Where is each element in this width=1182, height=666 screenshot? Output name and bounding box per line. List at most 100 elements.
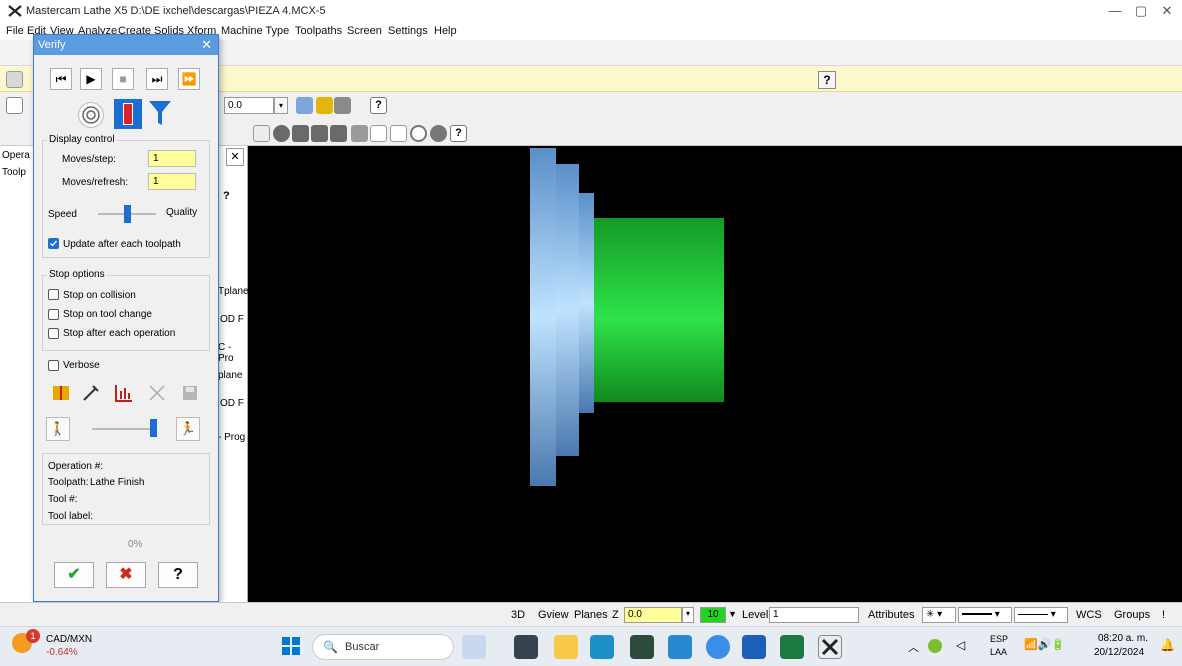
widgets-icon[interactable]	[462, 635, 486, 659]
help-icon[interactable]: ?	[370, 97, 387, 114]
quality-label: Quality	[166, 207, 198, 218]
tray-app-icon[interactable]	[928, 639, 942, 653]
language-top[interactable]: ESP	[990, 634, 1008, 644]
verbose-checkbox[interactable]	[48, 360, 59, 371]
task-view-icon[interactable]	[514, 635, 538, 659]
solid-icon-3[interactable]	[330, 125, 347, 142]
save-icon[interactable]	[180, 383, 200, 403]
attributes-button[interactable]: Attributes	[868, 609, 914, 621]
circle-icon[interactable]	[410, 125, 427, 142]
step-forward-button[interactable]: ⏭	[146, 68, 168, 90]
ok-button[interactable]: ✔	[54, 562, 94, 588]
view-icon-2[interactable]	[370, 125, 387, 142]
rewind-button[interactable]: ⏮	[50, 68, 72, 90]
solid-icon-1[interactable]	[292, 125, 309, 142]
warning-icon[interactable]	[316, 97, 333, 114]
language-bottom[interactable]: LAA	[990, 647, 1007, 657]
clock-time[interactable]: 08:20 a. m.	[1098, 633, 1148, 644]
tab-toolpaths[interactable]: Toolp	[2, 167, 26, 178]
shade-icon[interactable]	[273, 125, 290, 142]
z-depth-field[interactable]: 0.0	[224, 97, 274, 114]
menu-screen[interactable]: Screen	[347, 25, 382, 37]
app-icon-store[interactable]	[668, 635, 692, 659]
filter-icon[interactable]	[146, 99, 174, 129]
menu-settings[interactable]: Settings	[388, 25, 428, 37]
wcs-button[interactable]: WCS	[1076, 609, 1102, 621]
menu-help[interactable]: Help	[434, 25, 457, 37]
stop-button[interactable]: ■	[112, 68, 134, 90]
x-icon[interactable]	[6, 97, 23, 114]
taskbar-search[interactable]: 🔍 Buscar	[312, 634, 454, 660]
view-icon-1[interactable]	[351, 125, 368, 142]
stop-after-operation-checkbox[interactable]	[48, 328, 59, 339]
select-icon[interactable]	[253, 125, 270, 142]
tray-chevron-icon[interactable]: ︿	[908, 639, 919, 655]
excel-icon[interactable]	[780, 635, 804, 659]
mastercam-taskbar-icon[interactable]	[818, 635, 842, 659]
gview-button[interactable]: Gview	[538, 609, 569, 621]
notifications-icon[interactable]: 🔔	[1160, 638, 1175, 652]
sim-speed-slider[interactable]	[150, 419, 157, 437]
menu-machine-type[interactable]: Machine Type	[221, 25, 289, 37]
app-icon-green[interactable]	[630, 635, 654, 659]
verify-close-button[interactable]: ✕	[201, 37, 212, 53]
cut-icon[interactable]	[147, 383, 167, 403]
groups-button[interactable]: Groups	[1114, 609, 1150, 621]
display-control-heading: Display control	[47, 134, 117, 145]
status-z-field[interactable]: 0.0	[624, 607, 682, 623]
panel-close-button[interactable]: ✕	[226, 148, 244, 166]
ticker-name[interactable]: CAD/MXN	[46, 634, 92, 645]
status-z-dropdown[interactable]: ▾	[682, 607, 694, 623]
arrow-icon[interactable]	[296, 97, 313, 114]
fast-forward-button[interactable]: ⏩	[178, 68, 200, 90]
stop-collision-checkbox[interactable]	[48, 289, 59, 300]
chart-icon[interactable]	[114, 383, 134, 403]
point-style-dropdown[interactable]: ✳ ▾	[922, 607, 956, 623]
close-button[interactable]: ✕	[1152, 2, 1182, 20]
word-icon[interactable]	[742, 635, 766, 659]
update-after-toolpath-checkbox[interactable]	[48, 238, 59, 249]
book-icon[interactable]	[51, 383, 71, 403]
menu-file[interactable]: File	[6, 25, 24, 37]
speed-quality-slider[interactable]	[124, 205, 131, 223]
color-dropdown-icon[interactable]: ▼	[728, 609, 737, 619]
moves-step-field[interactable]: 1	[148, 150, 196, 167]
help-icon-2[interactable]: ?	[450, 125, 467, 142]
play-button[interactable]: ▶	[80, 68, 102, 90]
solid-mode-icon[interactable]	[114, 99, 142, 129]
view-icon-3[interactable]	[390, 125, 407, 142]
view-mode-3d[interactable]: 3D	[511, 609, 525, 621]
z-depth-dropdown[interactable]: ▾	[274, 97, 288, 114]
machine-icon[interactable]	[334, 97, 351, 114]
help-button[interactable]: ?	[818, 71, 836, 89]
color-field[interactable]: 10	[700, 607, 726, 623]
windows-start-icon[interactable]	[282, 637, 300, 655]
line-width-dropdown[interactable]: ▾	[1014, 607, 1068, 623]
solid-icon-2[interactable]	[311, 125, 328, 142]
network-sound-battery-icon[interactable]: 📶🔊🔋	[1024, 638, 1065, 651]
run-icon[interactable]: 🏃	[176, 417, 200, 441]
location-icon[interactable]: ◁	[956, 638, 965, 652]
level-field[interactable]: 1	[769, 607, 859, 623]
menu-toolpaths[interactable]: Toolpaths	[295, 25, 342, 37]
sphere-icon[interactable]	[430, 125, 447, 142]
cancel-button[interactable]: ✖	[106, 562, 146, 588]
planes-button[interactable]: Planes	[574, 609, 608, 621]
graphics-viewport[interactable]	[248, 146, 1182, 602]
help-button[interactable]: ?	[158, 562, 198, 588]
cube-icon[interactable]	[6, 71, 23, 88]
clock-date[interactable]: 20/12/2024	[1094, 647, 1144, 658]
status-bang[interactable]: !	[1162, 609, 1165, 621]
file-explorer-icon[interactable]	[554, 635, 578, 659]
tab-operations[interactable]: Opera	[2, 150, 30, 161]
moves-refresh-field[interactable]: 1	[148, 173, 196, 190]
line-style-dropdown[interactable]: ▾	[958, 607, 1012, 623]
wireframe-mode-icon[interactable]	[78, 102, 104, 128]
tool-icon[interactable]	[81, 383, 101, 403]
level-label[interactable]: Level	[742, 609, 768, 621]
walk-icon[interactable]: 🚶	[46, 417, 70, 441]
stop-tool-change-checkbox[interactable]	[48, 309, 59, 320]
chrome-icon[interactable]	[706, 635, 730, 659]
panel-help-icon[interactable]: ?	[223, 190, 230, 202]
app-icon-blue[interactable]	[590, 635, 614, 659]
